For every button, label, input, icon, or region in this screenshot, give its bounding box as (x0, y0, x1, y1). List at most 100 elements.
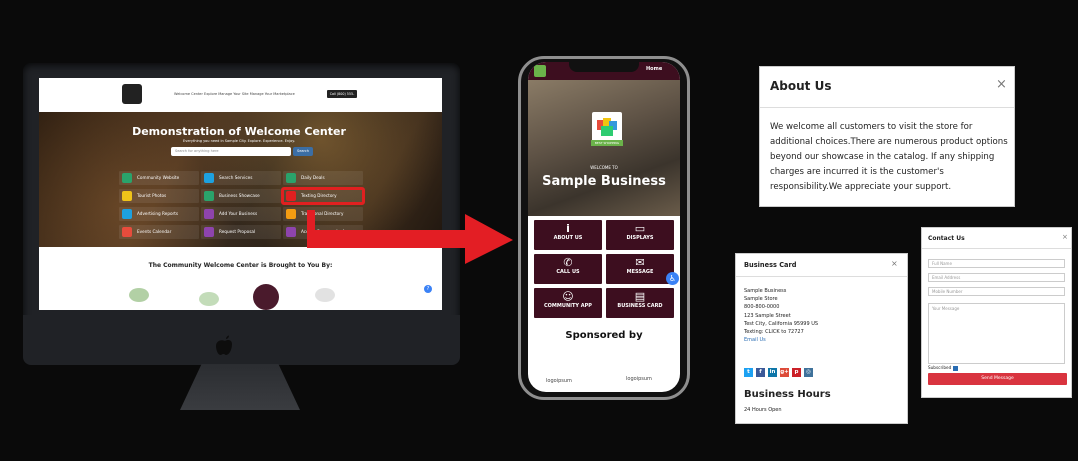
pinterest-icon[interactable]: p (792, 368, 801, 377)
about-us-text: We welcome all customers to visit the st… (770, 122, 1008, 192)
menu-label: Advertising Reports (137, 211, 179, 216)
email-field[interactable]: Email Address (928, 273, 1065, 282)
red-arrow-icon (307, 210, 513, 264)
card-line: Sample Store (744, 296, 778, 303)
tile-call-us[interactable]: ✆ CALL US (534, 254, 602, 284)
instagram-icon[interactable]: ◎ (804, 368, 813, 377)
mobile-field[interactable]: Mobile Number (928, 287, 1065, 296)
chart-icon (122, 209, 132, 219)
calendar-icon (122, 227, 132, 237)
camera-icon (122, 191, 132, 201)
menu-label: Community Website (137, 175, 180, 180)
welcome-to-label: WELCOME TO (590, 165, 618, 170)
tile-label: DISPLAYS (626, 235, 654, 241)
hero-title: Demonstration of Welcome Center (132, 125, 346, 138)
close-icon[interactable]: × (1062, 233, 1068, 241)
menu-label: Search Services (219, 175, 253, 180)
store-icon: ▭ (634, 222, 646, 235)
message-field[interactable]: Your Message (928, 303, 1065, 364)
menu-events-calendar[interactable]: Events Calendar (119, 225, 199, 239)
facebook-icon[interactable]: f (756, 368, 765, 377)
search-button[interactable]: Search (293, 147, 313, 156)
help-icon[interactable]: ? (424, 285, 432, 293)
home-link[interactable]: Home (646, 66, 662, 72)
tile-message[interactable]: ✉ MESSAGE (606, 254, 674, 284)
sponsored-by-heading: Sponsored by (565, 330, 643, 341)
full-name-field[interactable]: Full Name (928, 259, 1065, 268)
business-hours-value: 24 Hours Open (744, 407, 782, 413)
close-icon[interactable]: × (996, 77, 1007, 92)
phone-hero-image (528, 80, 680, 216)
tag-icon (286, 173, 296, 183)
desktop-website-screen: Welcome Center Explore Manage Your Site … (39, 78, 442, 310)
accessibility-icon[interactable]: ♿ (666, 272, 679, 285)
add-user-icon (204, 209, 214, 219)
phone-screen: Home BEST SHOPPING WELCOME TO Sample Bus… (528, 62, 680, 392)
shopping-bags-icon (597, 118, 617, 136)
business-card-title: Business Card (744, 261, 797, 269)
directory-icon (286, 209, 296, 219)
globe-icon (122, 173, 132, 183)
menu-add-your-business[interactable]: Add Your Business (201, 207, 281, 221)
site-logo (122, 84, 142, 104)
menu-request-proposal[interactable]: Request Proposal (201, 225, 281, 239)
sponsor-logoipsum-1[interactable]: logoipsum (546, 378, 572, 384)
tile-label: ABOUT US (553, 235, 583, 241)
business-logo (592, 112, 622, 142)
menu-label: Business Showcase (219, 193, 260, 198)
hero-subtitle: Everything you need in Sample City. Expl… (183, 139, 295, 143)
imac-chin (23, 315, 460, 365)
menu-business-showcase[interactable]: Business Showcase (201, 189, 281, 203)
phone-app-logo[interactable] (534, 65, 546, 77)
send-message-button[interactable]: Send Message (928, 373, 1067, 385)
card-line: 800-800-0000 (744, 304, 780, 311)
tile-business-card[interactable]: ▤ BUSINESS CARD (606, 288, 674, 318)
menu-label: Request Proposal (219, 229, 256, 234)
menu-label: Events Calendar (137, 229, 172, 234)
menu-label: Daily Deals (301, 175, 325, 180)
menu-label: Add Your Business (219, 211, 258, 216)
tile-label: CALL US (556, 269, 580, 275)
search-input[interactable]: Search for anything here (171, 147, 291, 156)
logo-banner: BEST SHOPPING (591, 140, 623, 146)
sponsor-logoipsum-2[interactable]: logoipsum (626, 376, 652, 382)
business-hours-title: Business Hours (744, 389, 831, 400)
contact-us-modal: Contact Us × Full Name Email Address Mob… (921, 227, 1072, 398)
menu-daily-deals[interactable]: Daily Deals (283, 171, 363, 185)
subscribed-label: Subscribed (928, 365, 952, 370)
tile-label: COMMUNITY APP (544, 303, 592, 309)
sponsor-logo-4 (315, 288, 335, 302)
tile-about-us[interactable]: i ABOUT US (534, 220, 602, 250)
menu-label: Tourist Photos (137, 193, 167, 198)
twitter-icon[interactable]: t (744, 368, 753, 377)
phone-icon: ✆ (563, 256, 573, 269)
business-card-details: Sample Business Sample Store 800-800-000… (744, 287, 818, 344)
subscribed-checkbox[interactable]: Subscribed (928, 365, 958, 371)
apple-logo-icon (216, 335, 232, 355)
search-icon (204, 173, 214, 183)
tile-displays[interactable]: ▭ DISPLAYS (606, 220, 674, 250)
checkbox-icon (952, 365, 958, 371)
sponsor-logo-1 (129, 288, 149, 302)
tile-community-app[interactable]: ☺ COMMUNITY APP (534, 288, 602, 318)
about-us-title: About Us (770, 79, 832, 93)
email-link[interactable]: Email Us (744, 336, 818, 344)
call-button[interactable]: Call (800) 555-0000 (327, 90, 357, 104)
card-icon: ▤ (634, 290, 646, 303)
close-icon[interactable]: × (891, 259, 898, 268)
googleplus-icon[interactable]: g+ (780, 368, 789, 377)
composite-stage: Welcome Center Explore Manage Your Site … (0, 0, 1078, 461)
menu-tourist-photos[interactable]: Tourist Photos (119, 189, 199, 203)
imac-stand (180, 364, 300, 410)
menu-advertising-reports[interactable]: Advertising Reports (119, 207, 199, 221)
card-line: Sample Business (744, 288, 787, 294)
sponsor-logo-2 (199, 292, 219, 306)
menu-search-services[interactable]: Search Services (201, 171, 281, 185)
linkedin-icon[interactable]: in (768, 368, 777, 377)
phone-notch (569, 60, 639, 72)
tile-label: MESSAGE (626, 269, 654, 275)
card-line: Test City, California 95999 US (744, 320, 819, 327)
showcase-icon (204, 191, 214, 201)
menu-community-website[interactable]: Community Website (119, 171, 199, 185)
card-line: Texting: CLICK to 72727 (744, 329, 804, 336)
